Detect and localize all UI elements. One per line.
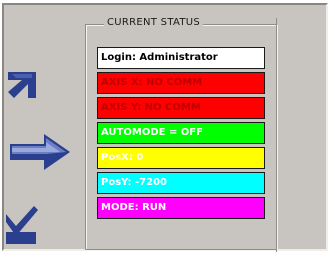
- status-row: AXIS Y: NO COMM: [97, 97, 265, 119]
- status-row: MODE: RUN: [97, 197, 265, 219]
- status-row: PosX: 0: [97, 147, 265, 169]
- confirm-check-icon[interactable]: [6, 206, 38, 244]
- status-row: AXIS X: NO COMM: [97, 72, 265, 94]
- status-row: AUTOMODE = OFF: [97, 122, 265, 144]
- status-row: PosY: -7200: [97, 172, 265, 194]
- move-right-icon[interactable]: [10, 132, 72, 172]
- right-divider: [276, 18, 277, 252]
- move-up-left-icon[interactable]: [6, 68, 38, 102]
- status-row: Login: Administrator: [97, 47, 265, 69]
- current-status-title: CURRENT STATUS: [104, 16, 204, 30]
